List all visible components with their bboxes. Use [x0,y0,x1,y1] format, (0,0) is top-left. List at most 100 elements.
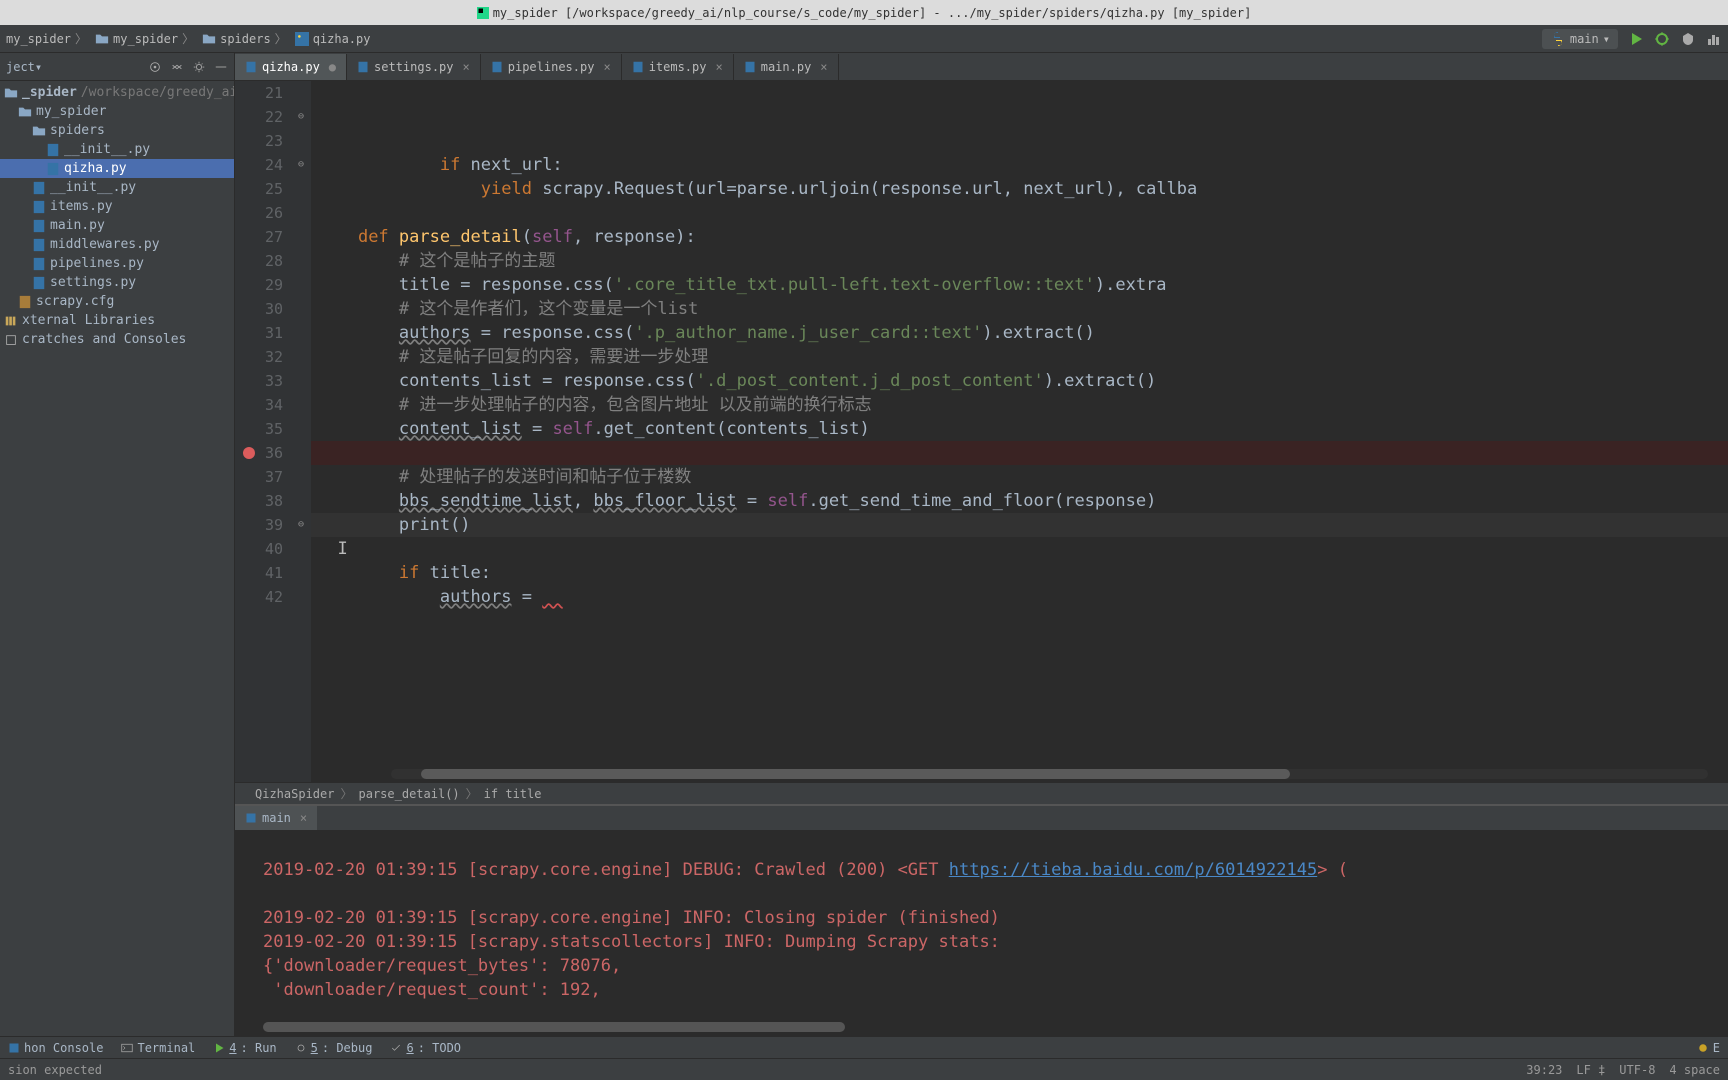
python-file-icon [32,200,46,214]
code-editor[interactable]: 2122232425262728293031323334353637383940… [235,81,1728,782]
breadcrumb[interactable]: qizha.py [295,32,371,46]
external-libraries[interactable]: xternal Libraries [0,311,234,330]
python-file-icon [46,162,60,176]
run-tab[interactable]: main× [235,806,317,830]
navigation-bar: my_spider〉 my_spider〉 spiders〉 qizha.py … [0,25,1728,53]
breadcrumb[interactable]: my_spider〉 [95,30,198,47]
horizontal-scrollbar[interactable] [263,1022,1718,1032]
python-file-icon [245,61,257,73]
editor-tabs: qizha.py● settings.py× pipelines.py× ite… [235,53,1728,81]
gear-icon[interactable] [192,60,206,74]
file-tab[interactable]: pipelines.py× [481,54,622,80]
tree-row[interactable]: pipelines.py [0,254,234,273]
python-console-tab[interactable]: hon Console [8,1041,103,1055]
run-header: main× [235,806,1728,830]
editor-breadcrumbs[interactable]: QizhaSpider〉 parse_detail()〉 if title [235,782,1728,804]
event-log-button[interactable]: E [1697,1041,1720,1055]
python-icon [245,812,257,824]
tree-row[interactable]: __init__.py [0,178,234,197]
python-file-icon [357,61,369,73]
status-bar: sion expected 39:23 LF ‡ UTF-8 4 space [0,1058,1728,1080]
close-icon[interactable]: × [715,60,722,74]
python-file-icon [46,143,60,157]
config-file-icon [18,295,32,309]
fold-column[interactable]: ⊖⊖⊖ [297,81,311,782]
library-icon [4,314,18,328]
python-file-icon [295,32,309,46]
hide-icon[interactable] [214,60,228,74]
run-icon [213,1042,225,1054]
python-icon [1550,31,1566,47]
run-tab-button[interactable]: 4: Run [213,1041,276,1055]
tree-root[interactable]: _spider/workspace/greedy_ai/nlp [0,83,234,102]
tree-row[interactable]: main.py [0,216,234,235]
indent[interactable]: 4 space [1669,1063,1720,1077]
scratches[interactable]: cratches and Consoles [0,330,234,349]
window-title: my_spider [/workspace/greedy_ai/nlp_cour… [493,6,1252,20]
file-tab[interactable]: main.py× [734,54,839,80]
code-area[interactable]: if next_url: yield scrapy.Request(url=pa… [311,81,1728,782]
tree-row[interactable]: spiders [0,121,234,140]
python-file-icon [32,238,46,252]
profile-icon[interactable] [1706,31,1722,47]
folder-icon [18,105,32,119]
url-link[interactable]: https://tieba.baidu.com/p/6014922145 [949,860,1317,880]
debug-tab-button[interactable]: 5: Debug [295,1041,373,1055]
folder-icon [32,124,46,138]
terminal-tab[interactable]: Terminal [121,1041,195,1055]
close-icon[interactable]: × [463,60,470,74]
todo-icon [390,1042,402,1054]
file-tab[interactable]: qizha.py● [235,54,347,80]
python-icon [8,1042,20,1054]
window-titlebar: my_spider [/workspace/greedy_ai/nlp_cour… [0,0,1728,25]
todo-tab-button[interactable]: 6: TODO [390,1041,461,1055]
editor-area: qizha.py● settings.py× pipelines.py× ite… [235,53,1728,1036]
console-output[interactable]: 2019-02-20 01:39:15 [scrapy.core.engine]… [235,830,1728,1036]
debug-icon [295,1042,307,1054]
breadcrumb[interactable]: spiders〉 [202,30,291,47]
folder-icon [95,32,109,46]
caret-position[interactable]: 39:23 [1526,1063,1562,1077]
coverage-icon[interactable] [1680,31,1696,47]
python-file-icon [32,181,46,195]
line-gutter[interactable]: 2122232425262728293031323334353637383940… [235,81,297,782]
python-file-icon [632,61,644,73]
project-tree[interactable]: _spider/workspace/greedy_ai/nlp my_spide… [0,81,234,1036]
tree-row[interactable]: __init__.py [0,140,234,159]
python-file-icon [744,61,756,73]
tree-row[interactable]: settings.py [0,273,234,292]
pycharm-icon [477,7,489,19]
tree-row[interactable]: middlewares.py [0,235,234,254]
locate-icon[interactable] [148,60,162,74]
terminal-icon [121,1042,133,1054]
tree-row-selected[interactable]: qizha.py [0,159,234,178]
encoding[interactable]: UTF-8 [1619,1063,1655,1077]
folder-icon [4,86,18,100]
event-icon [1697,1042,1709,1054]
line-separator[interactable]: LF ‡ [1576,1063,1605,1077]
horizontal-scrollbar[interactable] [391,769,1708,779]
file-tab[interactable]: settings.py× [347,54,481,80]
close-icon[interactable]: ● [329,60,336,74]
python-file-icon [32,219,46,233]
close-icon[interactable]: × [603,60,610,74]
tree-row[interactable]: my_spider [0,102,234,121]
collapse-icon[interactable] [170,60,184,74]
scratch-icon [4,333,18,347]
file-tab[interactable]: items.py× [622,54,734,80]
tree-row[interactable]: scrapy.cfg [0,292,234,311]
breadcrumb[interactable]: my_spider〉 [6,30,91,47]
tool-window-bar: hon Console Terminal 4: Run 5: Debug 6: … [0,1036,1728,1058]
python-file-icon [32,257,46,271]
project-sidebar: ject ▾ _spider/workspace/greedy_ai/nlp m… [0,53,235,1036]
run-tool-window: main× 2019-02-20 01:39:15 [scrapy.core.e… [235,804,1728,1036]
tree-row[interactable]: items.py [0,197,234,216]
close-icon[interactable]: × [300,811,307,825]
project-tool-header: ject ▾ [0,53,234,81]
run-config-selector[interactable]: main ▾ [1542,29,1618,49]
close-icon[interactable]: × [820,60,827,74]
debug-icon[interactable] [1654,31,1670,47]
status-message: sion expected [8,1063,102,1077]
run-icon[interactable] [1628,31,1644,47]
python-file-icon [491,61,503,73]
